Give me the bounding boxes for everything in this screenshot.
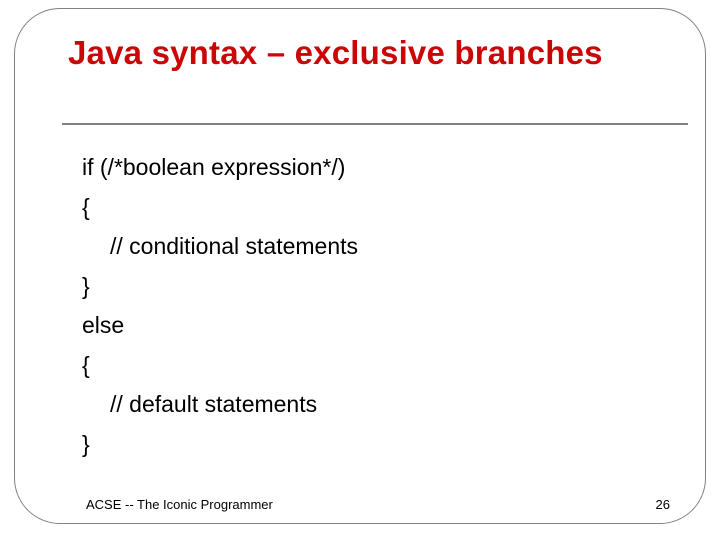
code-line: else: [82, 306, 660, 346]
page-number: 26: [656, 497, 670, 512]
code-line: {: [82, 346, 660, 386]
code-line: // default statements: [82, 385, 660, 425]
footer-text: ACSE -- The Iconic Programmer: [86, 497, 273, 512]
code-block: if (/*boolean expression*/) { // conditi…: [82, 148, 660, 464]
slide: Java syntax – exclusive branches if (/*b…: [0, 0, 720, 540]
title-rule: [62, 123, 688, 125]
code-line: if (/*boolean expression*/): [82, 148, 660, 188]
code-line: }: [82, 425, 660, 465]
code-line: }: [82, 267, 660, 307]
code-line: {: [82, 188, 660, 228]
code-line: // conditional statements: [82, 227, 660, 267]
slide-title: Java syntax – exclusive branches: [68, 34, 660, 73]
